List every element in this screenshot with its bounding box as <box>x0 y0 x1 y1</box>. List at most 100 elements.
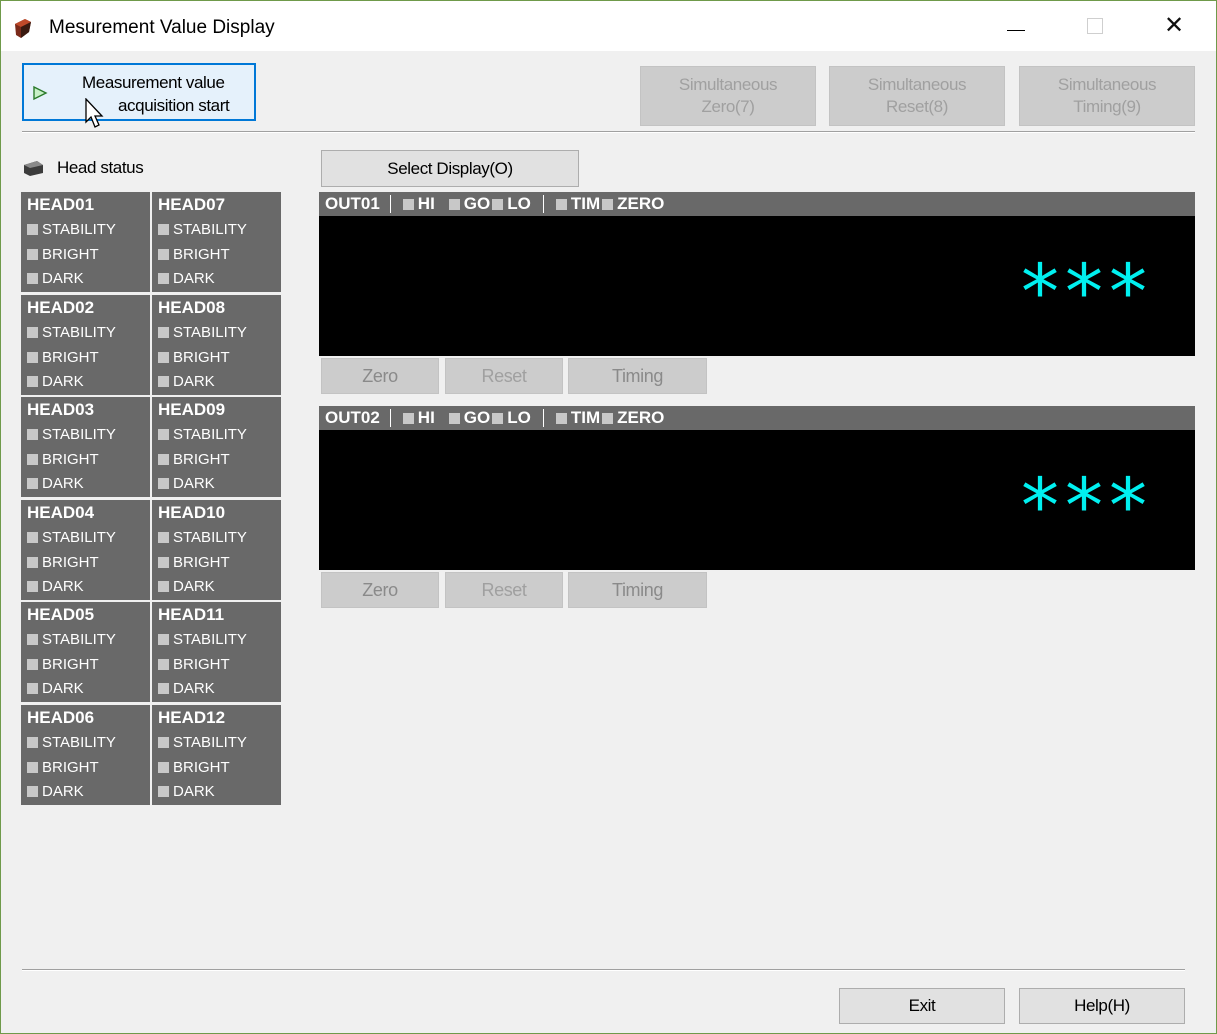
status-indicator-icon <box>27 532 38 543</box>
select-display-button[interactable]: Select Display(O) <box>321 150 579 187</box>
head-flag-dark: DARK <box>27 475 84 492</box>
status-indicator-icon <box>27 786 38 797</box>
status-indicator-icon <box>27 581 38 592</box>
out02-status-bar: OUT02 HI GO LO TIM ZERO <box>319 406 1195 430</box>
bottom-divider <box>22 969 1185 971</box>
head-flag-stability: STABILITY <box>27 221 116 238</box>
head-flag-dark: DARK <box>27 783 84 800</box>
head-name: HEAD04 <box>27 503 95 522</box>
head-flag-dark: DARK <box>27 373 84 390</box>
status-indicator-icon <box>158 273 169 284</box>
top-divider <box>22 131 1195 133</box>
head-cell: HEAD03 STABILITY BRIGHT DARK <box>21 397 150 497</box>
sim-reset-line2: Reset(8) <box>886 97 948 116</box>
head-cell: HEAD05 STABILITY BRIGHT DARK <box>21 602 150 702</box>
head-flag-label: STABILITY <box>42 324 116 341</box>
out01-label: OUT01 <box>325 194 380 213</box>
status-indicator-icon <box>158 761 169 773</box>
simultaneous-timing-button[interactable]: Simultaneous Timing(9) <box>1019 66 1195 126</box>
head-flag-bright: BRIGHT <box>27 246 99 263</box>
out01-reset-label: Reset <box>481 365 527 386</box>
head-flag-label: BRIGHT <box>42 655 99 673</box>
out02-timing-button[interactable]: Timing <box>568 572 707 608</box>
mouse-cursor-icon <box>85 98 104 128</box>
head-flag-stability: STABILITY <box>27 529 116 546</box>
out01-reset-button[interactable]: Reset <box>445 358 563 394</box>
head-name: HEAD08 <box>158 298 226 317</box>
head-flag-label: BRIGHT <box>42 348 99 366</box>
head-flag-bright: BRIGHT <box>158 656 230 673</box>
status-indicator-icon <box>27 556 38 568</box>
title-bar: Mesurement Value Display ✕ <box>1 1 1216 51</box>
status-indicator-icon <box>27 273 38 284</box>
head-flag-stability: STABILITY <box>158 221 247 238</box>
status-indicator-icon <box>27 683 38 694</box>
measurement-start-button[interactable]: Measurement value acquisition start <box>22 63 256 121</box>
head-flag-label: BRIGHT <box>173 553 230 571</box>
head-flag-stability: STABILITY <box>158 529 247 546</box>
head-flag-dark: DARK <box>27 270 84 287</box>
status-indicator-icon <box>158 351 169 363</box>
head-flag-label: DARK <box>42 783 84 800</box>
head-name: HEAD11 <box>158 605 225 624</box>
exit-button[interactable]: Exit <box>839 988 1005 1024</box>
out02-reset-label: Reset <box>481 579 527 600</box>
out01-value: *** <box>1021 247 1153 336</box>
out02-reset-button[interactable]: Reset <box>445 572 563 608</box>
head-name: HEAD12 <box>158 708 226 727</box>
head-flag-dark: DARK <box>158 578 215 595</box>
head-cell: HEAD11 STABILITY BRIGHT DARK <box>152 602 281 702</box>
head-flag-label: STABILITY <box>173 734 247 751</box>
simultaneous-reset-button[interactable]: Simultaneous Reset(8) <box>829 66 1005 126</box>
out02-value: *** <box>1021 461 1153 550</box>
out01-timing-button[interactable]: Timing <box>568 358 707 394</box>
main-window: Mesurement Value Display ✕ Measurement v… <box>0 0 1217 1034</box>
status-indicator-icon <box>27 327 38 338</box>
status-indicator-icon <box>158 478 169 489</box>
head-flag-bright: BRIGHT <box>158 349 230 366</box>
sim-reset-line1: Simultaneous <box>867 75 967 94</box>
head-flag-label: BRIGHT <box>173 758 230 776</box>
close-button[interactable]: ✕ <box>1145 1 1203 51</box>
status-indicator-icon <box>158 737 169 748</box>
out01-zero-label: Zero <box>362 365 398 386</box>
out02-value-display: *** <box>319 430 1195 570</box>
minimize-button[interactable] <box>987 1 1045 51</box>
out01-go-indicator: GO <box>448 194 490 214</box>
head-flag-stability: STABILITY <box>158 324 247 341</box>
status-indicator-icon <box>27 737 38 748</box>
out01-value-display: *** <box>319 216 1195 356</box>
head-name: HEAD05 <box>27 605 95 624</box>
head-cell: HEAD04 STABILITY BRIGHT DARK <box>21 500 150 600</box>
status-indicator-icon <box>158 453 169 465</box>
help-button[interactable]: Help(H) <box>1019 988 1185 1024</box>
status-indicator-icon <box>158 248 169 260</box>
head-flag-dark: DARK <box>27 680 84 697</box>
status-indicator-icon <box>158 658 169 670</box>
out02-label: OUT02 <box>325 408 380 427</box>
simultaneous-zero-button[interactable]: Simultaneous Zero(7) <box>640 66 816 126</box>
head-flag-label: BRIGHT <box>42 553 99 571</box>
out02-lo-indicator: LO <box>492 408 531 428</box>
head-flag-label: DARK <box>173 475 215 492</box>
head-flag-label: DARK <box>173 373 215 390</box>
out02-zero-button[interactable]: Zero <box>321 572 439 608</box>
out02-go-indicator: GO <box>448 408 490 428</box>
maximize-button[interactable] <box>1066 1 1124 51</box>
sim-timing-line2: Timing(9) <box>1073 97 1141 116</box>
head-flag-stability: STABILITY <box>158 734 247 751</box>
out01-hi-indicator: HI <box>402 194 435 214</box>
head-flag-bright: BRIGHT <box>158 451 230 468</box>
status-indicator-icon <box>27 351 38 363</box>
head-cell: HEAD02 STABILITY BRIGHT DARK <box>21 295 150 395</box>
head-name: HEAD02 <box>27 298 95 317</box>
head-flag-stability: STABILITY <box>27 426 116 443</box>
status-indicator-icon <box>158 224 169 235</box>
head-flag-dark: DARK <box>158 475 215 492</box>
out01-lo-indicator: LO <box>492 194 531 214</box>
status-indicator-icon <box>27 248 38 260</box>
status-indicator-icon <box>158 376 169 387</box>
head-flag-stability: STABILITY <box>158 631 247 648</box>
out01-zero-button[interactable]: Zero <box>321 358 439 394</box>
maximize-icon <box>1087 18 1103 34</box>
